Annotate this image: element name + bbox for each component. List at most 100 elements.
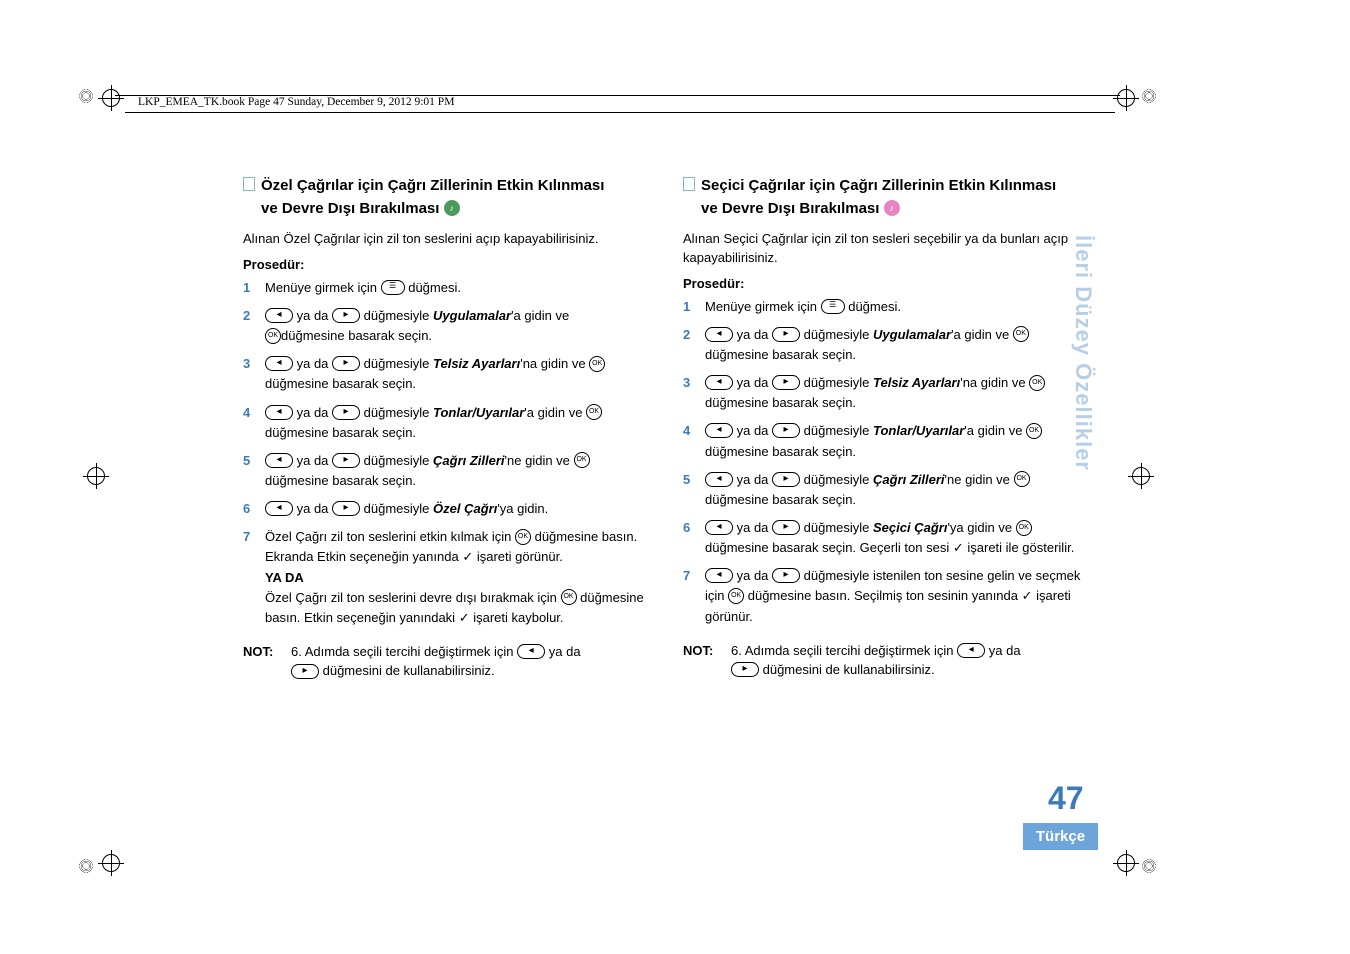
intro-text: Alınan Seçici Çağrılar için zil ton sesl… xyxy=(683,230,1093,268)
registration-mark-icon xyxy=(75,855,97,877)
left-arrow-icon xyxy=(265,356,293,371)
left-arrow-icon xyxy=(705,472,733,487)
step-number: 5 xyxy=(243,451,265,491)
step-7: 7 ya da düğmesiyle istenilen ton sesine … xyxy=(683,566,1093,626)
step-6: 6 ya da düğmesiyle Seçici Çağrı'ya gidin… xyxy=(683,518,1093,558)
right-arrow-icon xyxy=(332,501,360,516)
heading-line-2: ve Devre Dışı Bırakılması xyxy=(261,200,439,217)
right-arrow-icon xyxy=(332,308,360,323)
ok-button-icon xyxy=(574,452,590,468)
step-body: Menüye girmek için düğmesi. xyxy=(265,278,653,298)
step-body: Özel Çağrı zil ton seslerini etkin kılma… xyxy=(265,527,653,628)
note: NOT: 6. Adımda seçili tercihi değiştirme… xyxy=(683,641,1093,680)
ok-button-icon xyxy=(1029,375,1045,391)
step-3: 3 ya da düğmesiyle Telsiz Ayarları'na gi… xyxy=(683,373,1093,413)
crosshair-icon xyxy=(83,463,109,489)
ok-button-icon xyxy=(1013,326,1029,342)
menu-button-icon xyxy=(821,299,845,314)
procedure-label: Prosedür: xyxy=(243,257,653,272)
ok-button-icon xyxy=(1014,471,1030,487)
left-arrow-icon xyxy=(957,643,985,658)
note-label: NOT: xyxy=(243,642,291,681)
check-icon: ✓ xyxy=(953,540,964,555)
step-5: 5 ya da düğmesiyle Çağrı Zilleri'ne gidi… xyxy=(683,470,1093,510)
heading-line-2: ve Devre Dışı Bırakılması xyxy=(701,200,879,217)
left-arrow-icon xyxy=(265,453,293,468)
ok-button-icon xyxy=(265,328,281,344)
left-arrow-icon xyxy=(265,308,293,323)
left-arrow-icon xyxy=(265,501,293,516)
step-5: 5 ya da düğmesiyle Çağrı Zilleri'ne gidi… xyxy=(243,451,653,491)
step-3: 3 ya da düğmesiyle Telsiz Ayarları'na gi… xyxy=(243,354,653,394)
crosshair-icon xyxy=(1128,463,1154,489)
step-body: ya da düğmesiyle Çağrı Zilleri'ne gidin … xyxy=(265,451,653,491)
step-1: 1 Menüye girmek için düğmesi. xyxy=(683,297,1093,317)
ok-button-icon xyxy=(589,356,605,372)
ok-button-icon xyxy=(1026,423,1042,439)
left-arrow-icon xyxy=(705,327,733,342)
step-number: 4 xyxy=(683,421,705,461)
step-body: ya da düğmesiyle Telsiz Ayarları'na gidi… xyxy=(705,373,1093,413)
step-body: ya da düğmesiyle Uygulamalar'a gidin ve … xyxy=(265,306,653,346)
right-arrow-icon xyxy=(332,356,360,371)
right-arrow-icon xyxy=(332,453,360,468)
step-number: 7 xyxy=(683,566,705,626)
ok-button-icon xyxy=(515,529,531,545)
ok-button-icon xyxy=(728,588,744,604)
document-icon xyxy=(683,177,695,191)
step-2: 2 ya da düğmesiyle Uygulamalar'a gidin v… xyxy=(683,325,1093,365)
left-arrow-icon xyxy=(705,568,733,583)
step-number: 1 xyxy=(243,278,265,298)
right-arrow-icon xyxy=(772,568,800,583)
page-header: LKP_EMEA_TK.book Page 47 Sunday, Decembe… xyxy=(138,96,454,108)
page-number: 47 xyxy=(1048,780,1084,817)
right-arrow-icon xyxy=(772,423,800,438)
step-body: ya da düğmesiyle Özel Çağrı'ya gidin. xyxy=(265,499,653,519)
step-body: ya da düğmesiyle Tonlar/Uyarılar'a gidin… xyxy=(705,421,1093,461)
note-label: NOT: xyxy=(683,641,731,680)
step-6: 6 ya da düğmesiyle Özel Çağrı'ya gidin. xyxy=(243,499,653,519)
step-number: 5 xyxy=(683,470,705,510)
document-icon xyxy=(243,177,255,191)
left-arrow-icon xyxy=(705,520,733,535)
intro-text: Alınan Özel Çağrılar için zil ton sesler… xyxy=(243,230,653,249)
step-4: 4 ya da düğmesiyle Tonlar/Uyarılar'a gid… xyxy=(683,421,1093,461)
note: NOT: 6. Adımda seçili tercihi değiştirme… xyxy=(243,642,653,681)
step-number: 1 xyxy=(683,297,705,317)
step-body: ya da düğmesiyle Tonlar/Uyarılar'a gidin… xyxy=(265,403,653,443)
note-body: 6. Adımda seçili tercihi değiştirmek içi… xyxy=(731,641,1093,680)
step-body: ya da düğmesiyle Telsiz Ayarları'na gidi… xyxy=(265,354,653,394)
step-4: 4 ya da düğmesiyle Tonlar/Uyarılar'a gid… xyxy=(243,403,653,443)
left-arrow-icon xyxy=(705,375,733,390)
right-column: Seçici Çağrılar için Çağrı Zillerinin Et… xyxy=(683,175,1093,681)
left-column: Özel Çağrılar için Çağrı Zillerinin Etki… xyxy=(243,175,653,681)
check-icon: ✓ xyxy=(459,610,470,625)
step-body: ya da düğmesiyle Uygulamalar'a gidin ve … xyxy=(705,325,1093,365)
language-badge: Türkçe xyxy=(1023,823,1098,850)
ok-button-icon xyxy=(586,404,602,420)
right-arrow-icon xyxy=(772,520,800,535)
step-number: 2 xyxy=(243,306,265,346)
registration-mark-icon xyxy=(1138,85,1160,107)
step-2: 2 ya da düğmesiyle Uygulamalar'a gidin v… xyxy=(243,306,653,346)
right-arrow-icon xyxy=(772,327,800,342)
check-icon: ✓ xyxy=(1022,588,1033,603)
section-heading: Seçici Çağrılar için Çağrı Zillerinin Et… xyxy=(683,175,1093,220)
step-number: 3 xyxy=(683,373,705,413)
ok-button-icon xyxy=(561,589,577,605)
step-body: ya da düğmesiyle Çağrı Zilleri'ne gidin … xyxy=(705,470,1093,510)
content-area: Özel Çağrılar için Çağrı Zillerinin Etki… xyxy=(243,175,1093,681)
step-body: Menüye girmek için düğmesi. xyxy=(705,297,1093,317)
step-body: ya da düğmesiyle Seçici Çağrı'ya gidin v… xyxy=(705,518,1093,558)
tone-icon xyxy=(884,200,900,216)
registration-mark-icon xyxy=(75,85,97,107)
right-arrow-icon xyxy=(731,662,759,677)
heading-line-1: Seçici Çağrılar için Çağrı Zillerinin Et… xyxy=(701,177,1056,194)
step-body: ya da düğmesiyle istenilen ton sesine ge… xyxy=(705,566,1093,626)
registration-mark-icon xyxy=(1138,855,1160,877)
section-heading: Özel Çağrılar için Çağrı Zillerinin Etki… xyxy=(243,175,653,220)
ok-button-icon xyxy=(1016,520,1032,536)
check-icon: ✓ xyxy=(462,549,473,564)
or-label: YA DA xyxy=(265,570,304,585)
step-number: 4 xyxy=(243,403,265,443)
